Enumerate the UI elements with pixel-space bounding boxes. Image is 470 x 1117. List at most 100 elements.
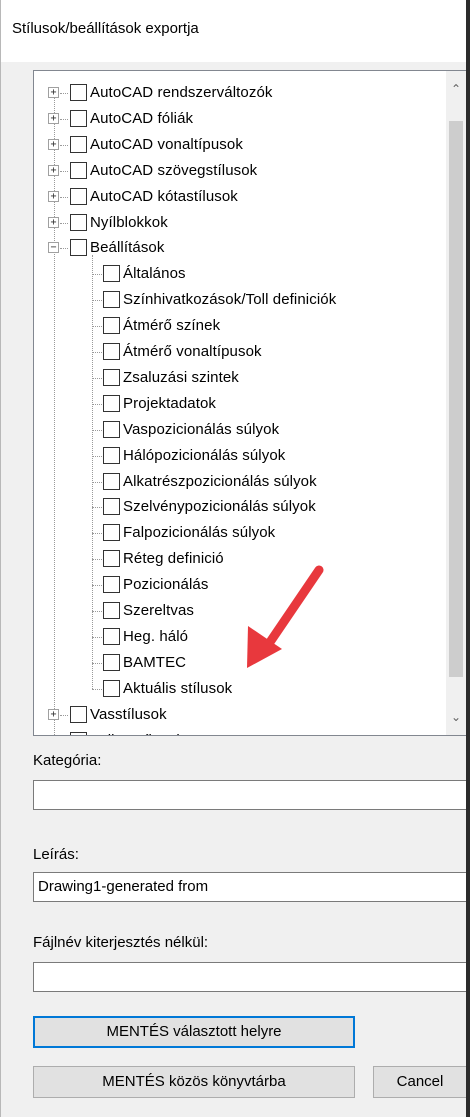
tree-item[interactable]: + AutoCAD kótastílusok — [34, 184, 434, 210]
tree-item[interactable]: + AutoCAD szövegstílusok — [34, 158, 434, 184]
expand-toggle-icon[interactable]: + — [48, 87, 59, 98]
expand-toggle-icon[interactable]: + — [48, 190, 59, 202]
tree-connector — [92, 377, 102, 379]
item-checkbox[interactable] — [103, 550, 120, 568]
item-checkbox[interactable] — [103, 627, 120, 645]
tree-child-item[interactable]: Vaspozicionálás súlyok — [34, 417, 434, 443]
window-border — [466, 0, 470, 1117]
filename-field[interactable] — [33, 962, 467, 992]
tree-item-label: Heg. háló — [123, 627, 189, 645]
item-checkbox[interactable] — [103, 602, 120, 619]
tree-child-item[interactable]: Átmérő vonaltípusok — [34, 339, 434, 365]
scroll-up-icon[interactable]: ⌃ — [446, 79, 466, 99]
item-checkbox[interactable] — [70, 109, 87, 127]
item-checkbox[interactable] — [103, 524, 120, 542]
item-checkbox[interactable] — [103, 446, 120, 464]
item-checkbox[interactable] — [103, 498, 120, 516]
tree-item-label: Színhivatkozások/Toll definiciók — [123, 291, 337, 309]
tree-child-item[interactable]: Falpozicionálás súlyok — [34, 520, 434, 546]
filename-label: Fájlnév kiterjesztés nélkül: — [33, 934, 209, 951]
tree-item[interactable]: + AutoCAD fóliák — [34, 106, 434, 132]
tree-connector — [92, 300, 102, 302]
item-checkbox[interactable] — [103, 653, 120, 671]
expand-toggle-icon[interactable]: + — [48, 734, 59, 735]
item-checkbox[interactable] — [103, 420, 120, 438]
tree-connector — [92, 688, 102, 690]
item-checkbox[interactable] — [70, 213, 87, 231]
cancel-button[interactable]: Cancel — [373, 1066, 467, 1098]
expand-toggle-icon[interactable]: − — [48, 242, 59, 254]
tree-child-item[interactable]: Átmérő színek — [34, 313, 434, 339]
item-checkbox[interactable] — [70, 705, 87, 723]
tree-connector — [92, 429, 102, 431]
description-field[interactable]: Drawing1-generated from — [33, 872, 467, 902]
item-checkbox[interactable] — [103, 576, 120, 594]
item-checkbox[interactable] — [70, 239, 87, 257]
dialog-title: Stílusok/beállítások exportja — [12, 20, 199, 37]
expand-toggle-icon[interactable]: + — [48, 164, 59, 176]
tree-child-item[interactable]: Projektadatok — [34, 391, 434, 417]
tree-connector — [92, 533, 102, 535]
item-checkbox[interactable] — [103, 265, 120, 283]
item-checkbox[interactable] — [70, 187, 87, 205]
expand-toggle-icon[interactable]: + — [48, 216, 59, 228]
tree-item-label: Projektadatok — [123, 394, 217, 412]
tree-item-label: Nyílblokkok — [90, 213, 168, 231]
item-checkbox[interactable] — [103, 679, 120, 697]
tree-connector — [60, 248, 68, 250]
tree-item-label: Átmérő színek — [123, 317, 221, 335]
tree-child-item[interactable]: BAMTEC — [34, 650, 434, 676]
tree-child-item[interactable]: Alkatrészpozicionálás súlyok — [34, 469, 434, 495]
tree-item-label: Átmérő vonaltípusok — [123, 343, 262, 360]
tree-connector — [92, 481, 102, 483]
tree-scrollbar[interactable]: ⌃ ⌄ — [446, 71, 466, 735]
item-checkbox[interactable] — [70, 161, 87, 179]
category-field[interactable] — [33, 780, 467, 810]
tree-child-item[interactable]: Pozicionálás — [34, 572, 434, 598]
tree-connector — [60, 93, 68, 94]
tree-child-item[interactable]: Zsaluzási szintek — [34, 365, 434, 391]
expand-toggle-icon[interactable]: + — [48, 112, 59, 124]
item-checkbox[interactable] — [70, 84, 87, 101]
save-common-button[interactable]: MENTÉS közös könyvtárba — [33, 1066, 355, 1098]
tree-item-label: Zsaluzási szintek — [123, 368, 239, 386]
tree-item[interactable]: + Nyílblokkok — [34, 210, 434, 236]
tree-item[interactable]: + AutoCAD rendszerváltozók — [34, 80, 434, 106]
tree-connector — [92, 559, 102, 561]
tree-item-label: Szereltvas — [123, 602, 195, 619]
item-checkbox[interactable] — [103, 317, 120, 335]
expand-toggle-icon[interactable]: + — [48, 708, 59, 720]
scroll-down-icon[interactable]: ⌄ — [446, 707, 466, 727]
item-checkbox[interactable] — [103, 394, 120, 412]
tree-item[interactable]: + Vasstílusok — [34, 702, 434, 728]
tree-connector — [60, 714, 68, 716]
tree-child-item[interactable]: Hálópozicionálás súlyok — [34, 443, 434, 469]
tree-child-item[interactable]: Aktuális stílusok — [34, 676, 434, 702]
item-checkbox[interactable] — [103, 368, 120, 386]
tree-child-item[interactable]: Szereltvas — [34, 598, 434, 624]
tree-connector — [60, 118, 68, 120]
item-checkbox[interactable] — [70, 135, 87, 153]
tree-child-item[interactable]: Heg. háló — [34, 624, 434, 650]
tree-item[interactable]: + AutoCAD vonaltípusok — [34, 132, 434, 158]
tree-item[interactable]: − Beállítások — [34, 235, 434, 261]
tree-child-item[interactable]: Színhivatkozások/Toll definiciók — [34, 287, 434, 313]
tree-connector — [92, 636, 102, 638]
tree-item-label: AutoCAD vonaltípusok — [90, 135, 243, 153]
tree-child-item[interactable]: Réteg definició — [34, 546, 434, 572]
scroll-thumb[interactable] — [449, 121, 463, 677]
item-checkbox[interactable] — [103, 472, 120, 490]
tree-connector — [60, 170, 68, 172]
item-checkbox[interactable] — [103, 291, 120, 309]
title-bar: Stílusok/beállítások exportja — [1, 0, 470, 62]
tree-item-label: Aktuális stílusok — [123, 679, 233, 697]
tree-child-item[interactable]: Szelvénypozicionálás súlyok — [34, 494, 434, 520]
expand-toggle-icon[interactable]: + — [48, 138, 59, 150]
tree-connector — [92, 326, 102, 328]
tree-child-item[interactable]: Általános — [34, 261, 434, 287]
item-checkbox[interactable] — [70, 731, 87, 735]
save-selected-button[interactable]: MENTÉS választott helyre — [33, 1016, 355, 1048]
tree-item[interactable]: + Feliratstílusok — [34, 728, 434, 735]
item-checkbox[interactable] — [103, 343, 120, 360]
settings-tree[interactable]: ⌃ ⌄ + AutoCAD rendszerváltozók + AutoCAD fó… — [33, 70, 467, 736]
